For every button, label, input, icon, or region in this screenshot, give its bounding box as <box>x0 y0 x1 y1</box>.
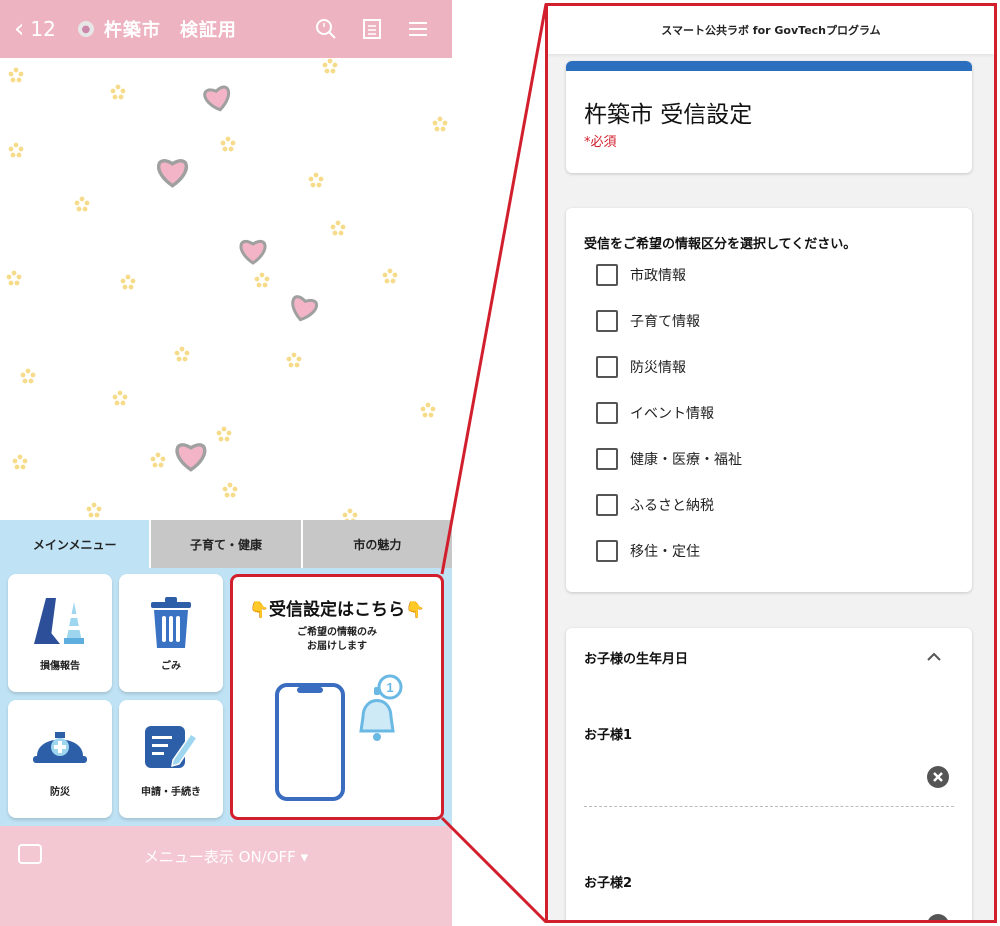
menu-tile-garbage[interactable]: ごみ <box>119 574 223 692</box>
menu-tile-label: ごみ <box>161 661 181 672</box>
form-title: 杵築市 受信設定 <box>584 102 753 128</box>
checkbox[interactable] <box>596 356 618 378</box>
child-section-heading: お子様の生年月日 <box>584 652 689 667</box>
option-label: 健康・医療・福祉 <box>630 452 742 468</box>
option-label: イベント情報 <box>630 406 714 422</box>
menu-tile-damage-report[interactable]: 損傷報告 <box>8 574 112 692</box>
checkbox[interactable] <box>596 310 618 332</box>
option-health-welfare[interactable]: 健康・医療・福祉 <box>596 447 742 471</box>
promo-subtext-2: お届けします <box>307 641 367 652</box>
option-disaster-info[interactable]: 防災情報 <box>596 355 686 379</box>
promo-subtext-1: ご希望の情報のみ <box>297 627 377 638</box>
question-label: 受信をご希望の情報区分を選択してください。 <box>584 237 857 252</box>
clear-icon[interactable] <box>926 913 950 923</box>
menu-tile-disaster[interactable]: 防災 <box>8 700 112 818</box>
option-event-info[interactable]: イベント情報 <box>596 401 714 425</box>
form-title-card: 杵築市 受信設定 *必須 <box>566 61 972 173</box>
checkbox[interactable] <box>596 448 618 470</box>
checkbox[interactable] <box>596 494 618 516</box>
clear-icon[interactable] <box>926 765 950 789</box>
form-app-title: スマート公共ラボ for GovTechプログラム <box>548 6 994 54</box>
reception-settings-form-screen: スマート公共ラボ for GovTechプログラム 杵築市 受信設定 *必須 受… <box>545 3 997 923</box>
option-label: 子育て情報 <box>630 314 700 330</box>
notes-icon[interactable] <box>360 17 384 41</box>
option-city-info[interactable]: 市政情報 <box>596 263 686 287</box>
phone-notification-icon: 1 <box>275 674 403 801</box>
promo-headline-text: 受信設定はこちら <box>269 600 405 620</box>
tab-city-appeal[interactable]: 市の魅力 <box>300 520 452 568</box>
option-childcare-info[interactable]: 子育て情報 <box>596 309 700 333</box>
form-pen-icon <box>145 726 199 768</box>
search-icon[interactable] <box>314 17 338 41</box>
option-label: 市政情報 <box>630 268 686 284</box>
chat-title: 杵築市 検証用 <box>103 20 237 41</box>
line-chat-screen: ‹ 12 ● 杵築市 検証用 メインメニュー 子育て・健康 市の魅力 損傷報告 … <box>0 0 452 926</box>
road-cone-icon <box>34 598 84 644</box>
hamburger-menu-icon[interactable] <box>406 17 430 41</box>
promo-headline: 👇受信設定はこちら👇 <box>233 595 441 620</box>
info-category-card: 受信をご希望の情報区分を選択してください。 市政情報 子育て情報 防災情報 イベ… <box>566 208 972 592</box>
helmet-icon <box>33 732 87 763</box>
notification-badge-count: 1 <box>386 680 393 695</box>
option-furusato-tax[interactable]: ふるさと納税 <box>596 493 714 517</box>
chat-header: ‹ 12 ● 杵築市 検証用 <box>0 0 452 58</box>
child-birthdate-card: お子様の生年月日 お子様1 お子様2 <box>566 628 972 923</box>
option-label: 防災情報 <box>630 360 686 376</box>
unread-count: 12 <box>30 17 56 41</box>
back-button[interactable]: ‹ 12 <box>14 16 56 42</box>
accent-bar <box>566 61 972 71</box>
menu-tile-label: 損傷報告 <box>40 661 80 672</box>
option-label: 移住・定住 <box>630 544 700 560</box>
menu-tile-label: 申請・手続き <box>141 787 201 798</box>
chat-wallpaper-pattern <box>6 58 448 520</box>
divider <box>584 806 954 807</box>
pointing-down-icon: 👇 <box>405 600 425 619</box>
option-label: ふるさと納税 <box>630 498 714 514</box>
account-avatar-icon: ● <box>77 21 94 37</box>
required-note: *必須 <box>584 135 617 150</box>
option-relocation[interactable]: 移住・定住 <box>596 539 700 563</box>
chevron-left-icon: ‹ <box>14 14 25 44</box>
menu-toggle-label: メニュー表示 ON/OFF ▾ <box>143 848 309 866</box>
chat-background <box>0 58 452 520</box>
tab-childcare-health[interactable]: 子育て・健康 <box>149 520 301 568</box>
child2-label: お子様2 <box>584 876 633 891</box>
tab-main-menu[interactable]: メインメニュー <box>0 520 150 568</box>
checkbox[interactable] <box>596 402 618 424</box>
trash-can-icon <box>151 597 191 648</box>
menu-tile-label: 防災 <box>50 787 70 798</box>
pointing-down-icon: 👇 <box>249 600 269 619</box>
checkbox[interactable] <box>596 264 618 286</box>
reception-settings-tile[interactable]: 👇受信設定はこちら👇 ご希望の情報のみ お届けします 1 <box>230 574 444 820</box>
child1-label: お子様1 <box>584 728 633 743</box>
rich-menu-tabs: メインメニュー 子育て・健康 市の魅力 <box>0 520 452 568</box>
checkbox[interactable] <box>596 540 618 562</box>
menu-tile-applications[interactable]: 申請・手続き <box>119 700 223 818</box>
rich-menu-toggle-bar[interactable]: メニュー表示 ON/OFF ▾ <box>0 826 452 926</box>
chevron-up-icon[interactable] <box>926 652 942 662</box>
